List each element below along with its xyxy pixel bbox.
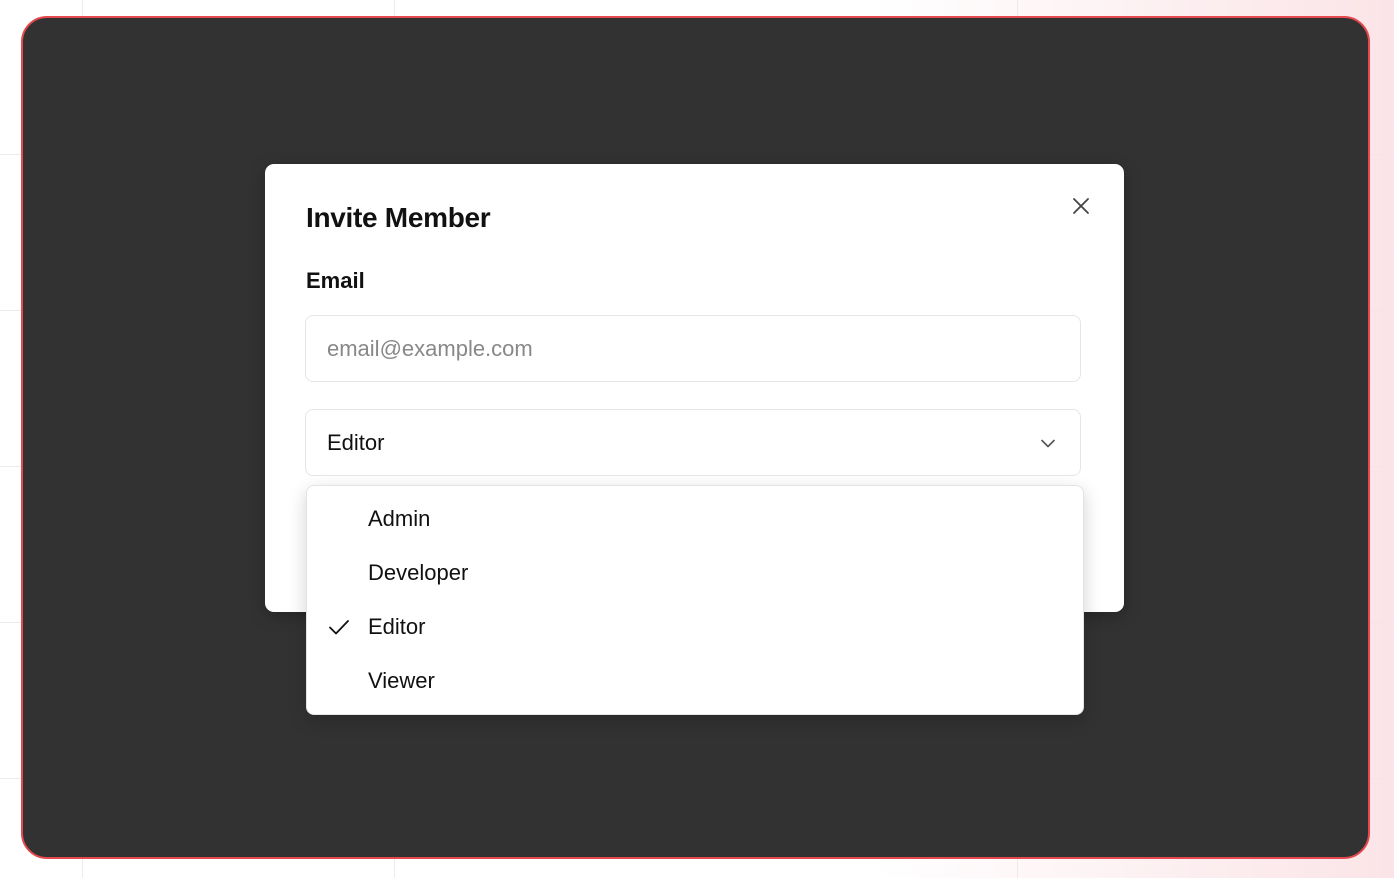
close-icon <box>1073 198 1089 214</box>
role-option-admin[interactable]: Admin <box>307 492 1083 546</box>
role-option-label: Viewer <box>368 668 435 693</box>
role-option-developer[interactable]: Developer <box>307 546 1083 600</box>
role-option-label: Admin <box>368 506 431 531</box>
chevron-down-icon <box>1037 432 1059 454</box>
close-button[interactable] <box>1067 192 1095 220</box>
check-icon <box>329 620 349 635</box>
role-select[interactable]: Editor <box>305 409 1081 476</box>
role-dropdown-menu: Admin Developer Editor Viewer <box>306 485 1084 715</box>
role-option-viewer[interactable]: Viewer <box>307 654 1083 708</box>
role-option-editor[interactable]: Editor <box>307 600 1083 654</box>
role-select-value: Editor <box>327 429 385 455</box>
dialog-title: Invite Member <box>306 202 491 233</box>
email-label: Email <box>306 268 365 293</box>
modal-overlay[interactable]: Invite Member Email Editor Admin Develop… <box>21 16 1370 859</box>
role-option-label: Editor <box>368 614 426 639</box>
role-option-label: Developer <box>368 560 469 585</box>
email-input[interactable] <box>305 315 1081 382</box>
